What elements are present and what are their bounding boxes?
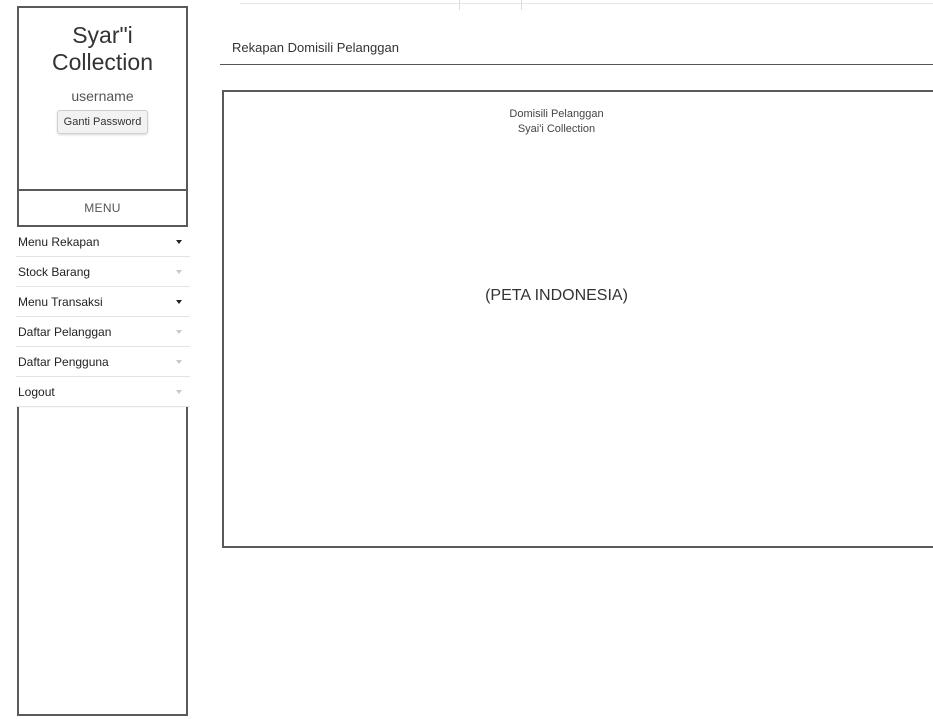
map-placeholder: (PETA INDONESIA) bbox=[485, 287, 628, 304]
brand-name: Syar"i bbox=[72, 22, 133, 48]
chevron-down-icon bbox=[176, 390, 182, 394]
sidebar-item-label: Menu Transaksi bbox=[18, 295, 103, 309]
brand-panel: Syar"i Collection username Ganti Passwor… bbox=[19, 8, 186, 191]
page: Syar"i Collection username Ganti Passwor… bbox=[0, 0, 933, 719]
sidebar-item-daftar-pengguna[interactable]: Daftar Pengguna bbox=[16, 347, 190, 377]
chevron-down-icon bbox=[176, 240, 182, 244]
chevron-down-icon bbox=[176, 330, 182, 334]
map-caption-title: Domisili Pelanggan bbox=[509, 108, 604, 120]
sidebar-item-menu-rekapan[interactable]: Menu Rekapan bbox=[16, 227, 190, 257]
sidebar-item-label: Daftar Pelanggan bbox=[18, 325, 112, 339]
chevron-down-icon bbox=[176, 300, 182, 304]
title-divider bbox=[220, 64, 933, 65]
change-password-button[interactable]: Ganti Password bbox=[56, 110, 149, 134]
chevron-down-icon bbox=[176, 270, 182, 274]
page-title: Rekapan Domisili Pelanggan bbox=[232, 40, 399, 55]
sidebar-item-label: Logout bbox=[18, 385, 55, 399]
brand-subtitle: Collection bbox=[52, 49, 153, 75]
sidebar: Syar"i Collection username Ganti Passwor… bbox=[16, 6, 190, 716]
username-label: username bbox=[71, 88, 134, 104]
map-panel: Domisili Pelanggan Syai'i Collection (PE… bbox=[222, 90, 933, 548]
sidebar-item-label: Menu Rekapan bbox=[18, 235, 100, 249]
sidebar-item-stock-barang[interactable]: Stock Barang bbox=[16, 257, 190, 287]
sidebar-menu: Menu Rekapan Stock Barang Menu Transaksi… bbox=[16, 227, 190, 407]
sidebar-item-menu-transaksi[interactable]: Menu Transaksi bbox=[16, 287, 190, 317]
sidebar-item-label: Daftar Pengguna bbox=[18, 355, 109, 369]
map-caption-subtitle: Syai'i Collection bbox=[517, 123, 596, 135]
chevron-down-icon bbox=[176, 360, 182, 364]
top-border bbox=[240, 0, 933, 4]
top-divider-tick bbox=[521, 0, 522, 10]
sidebar-item-daftar-pelanggan[interactable]: Daftar Pelanggan bbox=[16, 317, 190, 347]
top-divider-tick bbox=[459, 0, 460, 10]
menu-header: MENU bbox=[19, 191, 186, 227]
map-caption: Domisili Pelanggan Syai'i Collection bbox=[224, 107, 889, 137]
sidebar-item-logout[interactable]: Logout bbox=[16, 377, 190, 407]
sidebar-item-label: Stock Barang bbox=[18, 265, 91, 279]
